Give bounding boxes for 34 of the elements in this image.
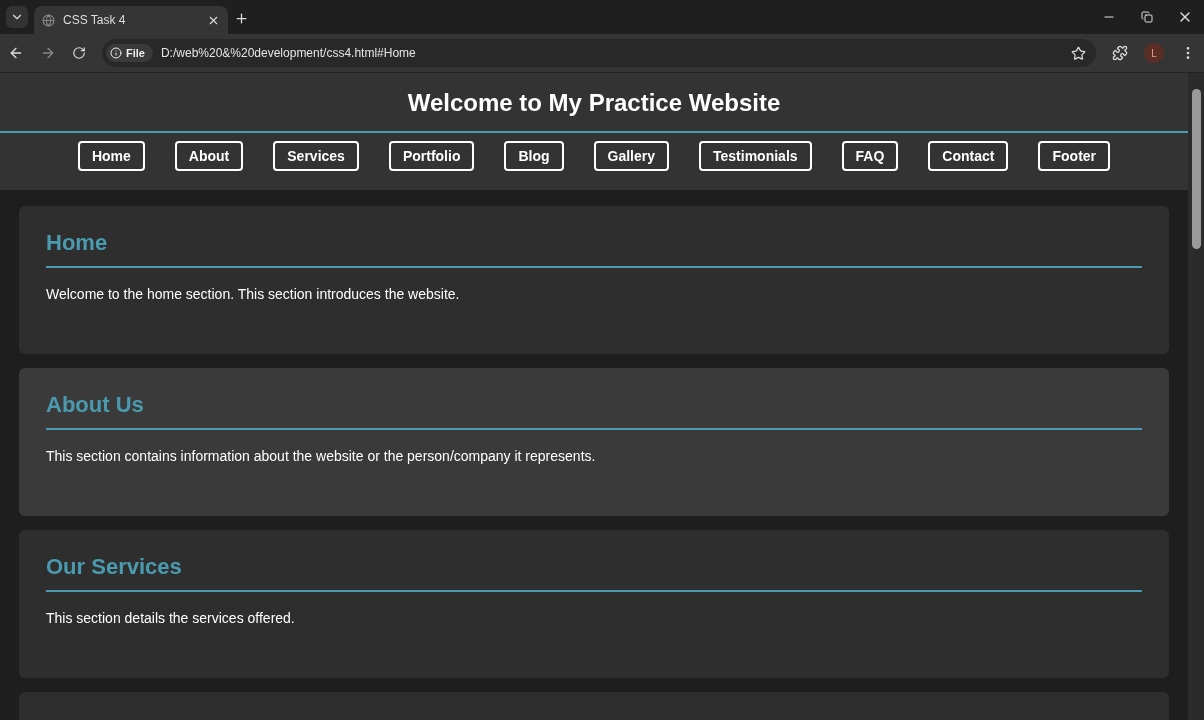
nav-link[interactable]: Blog [504,141,564,171]
section-text: This section details the services offered. [46,610,296,626]
section-heading: Home [46,230,1142,268]
nav-link[interactable]: Services [273,141,359,171]
profile-avatar[interactable]: L [1144,43,1164,63]
nav-link[interactable]: Portfolio [388,141,475,171]
new-tab-button[interactable] [234,11,249,26]
scrollbar-thumb[interactable] [1191,89,1201,249]
site-info-chip[interactable]: File [106,44,153,62]
section-text: This section contains information about the website or the person/company it represents. [46,448,597,464]
globe-icon [42,13,55,27]
tab-list-button[interactable] [6,6,28,28]
site-title: Welcome to My Practice Website [407,89,781,117]
info-icon [110,47,122,59]
nav-link[interactable]: Testimonials [699,141,812,171]
extensions-button[interactable] [1112,45,1128,61]
nav-link[interactable]: Contact [928,141,1009,171]
nav-link[interactable]: Gallery [593,141,670,171]
scrollbar[interactable] [1188,73,1204,720]
url-text: D:/web%20&%20development/css4.html#Home [160,46,417,60]
back-button[interactable] [8,45,24,61]
section-heading: Our Services [46,554,1142,592]
reload-button[interactable] [72,46,86,60]
address-bar[interactable]: File D:/web%20&%20development/css4.html#Home [102,39,1096,67]
nav-link[interactable]: About [174,141,244,171]
section-text: Welcome to the home section. This section introduces the website. [46,286,461,302]
nav-link[interactable]: FAQ [841,141,899,171]
nav-link[interactable]: Home [77,141,145,171]
section-heading: About Us [46,392,1142,430]
restore-icon [1141,11,1153,23]
bookmark-star-icon[interactable] [1071,45,1086,61]
nav-link[interactable]: Footer [1038,141,1111,171]
forward-button[interactable] [40,45,56,61]
browser-tab[interactable]: CSS Task 4 [34,6,228,34]
